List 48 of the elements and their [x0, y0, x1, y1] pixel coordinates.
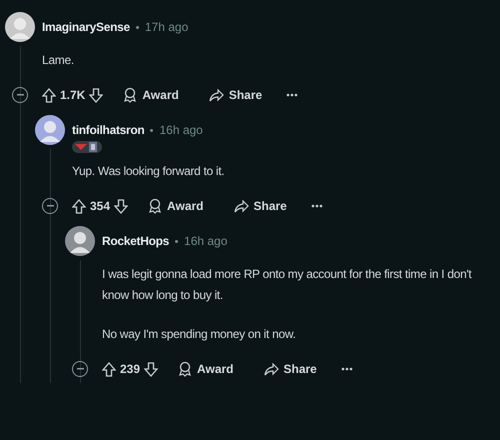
share-button[interactable]: Share — [202, 84, 268, 106]
share-icon — [208, 88, 224, 102]
share-button[interactable]: Share — [228, 195, 293, 217]
more-icon[interactable] — [286, 93, 298, 97]
minus-icon — [46, 205, 54, 207]
timestamp: 16h ago — [184, 234, 228, 248]
award-button[interactable]: Award — [117, 83, 185, 107]
collapse-button[interactable] — [12, 87, 28, 103]
downvote-icon[interactable] — [89, 88, 104, 102]
separator-dot-icon — [175, 240, 178, 242]
comment-text: Lame. — [42, 52, 75, 69]
share-button[interactable]: Share — [258, 358, 323, 380]
separator-dot-icon — [150, 128, 154, 132]
username[interactable]: RocketHops — [102, 234, 170, 248]
award-icon — [148, 198, 162, 214]
minus-icon — [76, 368, 84, 370]
comment-text: Yup. Was looking forward to it. — [72, 163, 226, 180]
comment-text: I was legit gonna load more RP onto my account for the first time in I don't know how long to buy it. — [102, 266, 473, 304]
username[interactable]: tinfoilhatsron — [72, 123, 144, 137]
more-icon[interactable] — [340, 367, 353, 371]
vote-count: 354 — [90, 199, 110, 213]
upvote-icon[interactable] — [102, 362, 116, 376]
downvote-icon[interactable] — [144, 362, 158, 376]
timestamp: 16h ago — [159, 123, 203, 137]
share-icon — [264, 362, 278, 376]
avatar-icon — [5, 12, 35, 42]
share-icon — [234, 200, 248, 212]
collapse-button[interactable] — [42, 198, 58, 214]
collapse-button[interactable] — [72, 361, 88, 377]
avatar-icon — [65, 226, 95, 256]
separator-dot-icon — [136, 26, 139, 28]
award-button[interactable]: Award — [142, 194, 210, 218]
downvote-icon[interactable] — [114, 198, 128, 214]
more-icon[interactable] — [310, 204, 323, 208]
upvote-icon[interactable] — [72, 198, 86, 214]
chevron-icon — [75, 144, 87, 150]
upvote-icon[interactable] — [42, 88, 56, 102]
vote-count: 239 — [120, 362, 140, 376]
username[interactable]: ImaginarySense — [42, 20, 130, 34]
award-icon — [123, 87, 138, 103]
award-icon — [178, 361, 192, 377]
comment-text: No way I'm spending money on it now. — [102, 326, 297, 343]
avatar-icon — [35, 115, 65, 145]
portrait-icon — [89, 142, 97, 152]
vote-count: 1.7K — [60, 88, 86, 102]
award-button[interactable]: Award — [172, 357, 240, 381]
minus-icon — [16, 94, 24, 96]
timestamp: 17h ago — [144, 20, 188, 34]
